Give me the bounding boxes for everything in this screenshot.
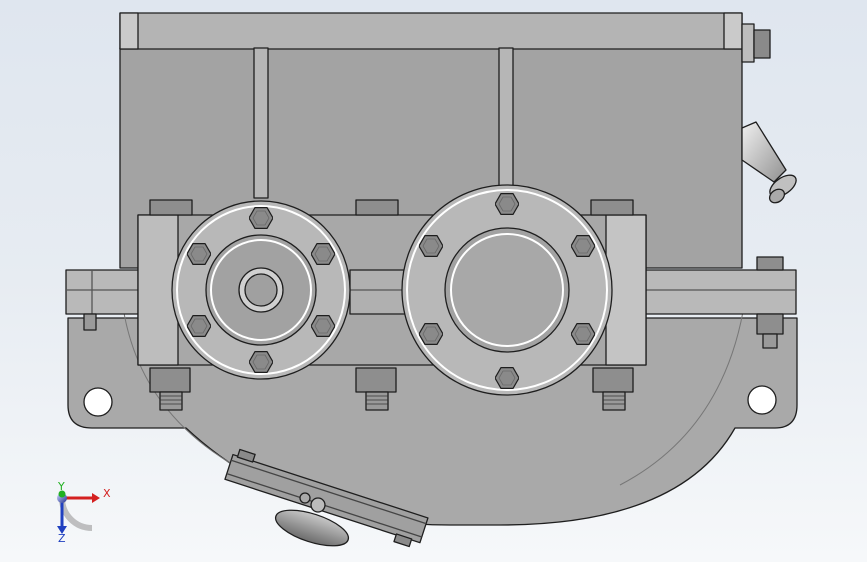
left-bearing-cap bbox=[171, 200, 351, 380]
oil-filler-pipe bbox=[741, 121, 797, 204]
side-bolt-bottom bbox=[756, 313, 784, 335]
y-axis-label: Y bbox=[57, 480, 65, 493]
right-bearing-cap bbox=[401, 184, 613, 396]
breather-bolt bbox=[741, 23, 771, 63]
rib-right bbox=[498, 47, 514, 189]
left-foot-hole bbox=[83, 387, 113, 417]
dowel-pin bbox=[83, 313, 97, 331]
rib-left bbox=[253, 47, 269, 199]
x-axis-label: X bbox=[103, 487, 111, 500]
z-axis-label: Z bbox=[58, 532, 66, 545]
side-bolt-top bbox=[756, 256, 784, 271]
coordinate-triad[interactable]: X Y Z bbox=[57, 480, 111, 545]
top-cover bbox=[119, 12, 743, 50]
gearbox-model[interactable]: X Y Z bbox=[0, 0, 867, 562]
cad-viewport[interactable]: X Y Z bbox=[0, 0, 867, 562]
right-foot-hole bbox=[747, 385, 777, 415]
